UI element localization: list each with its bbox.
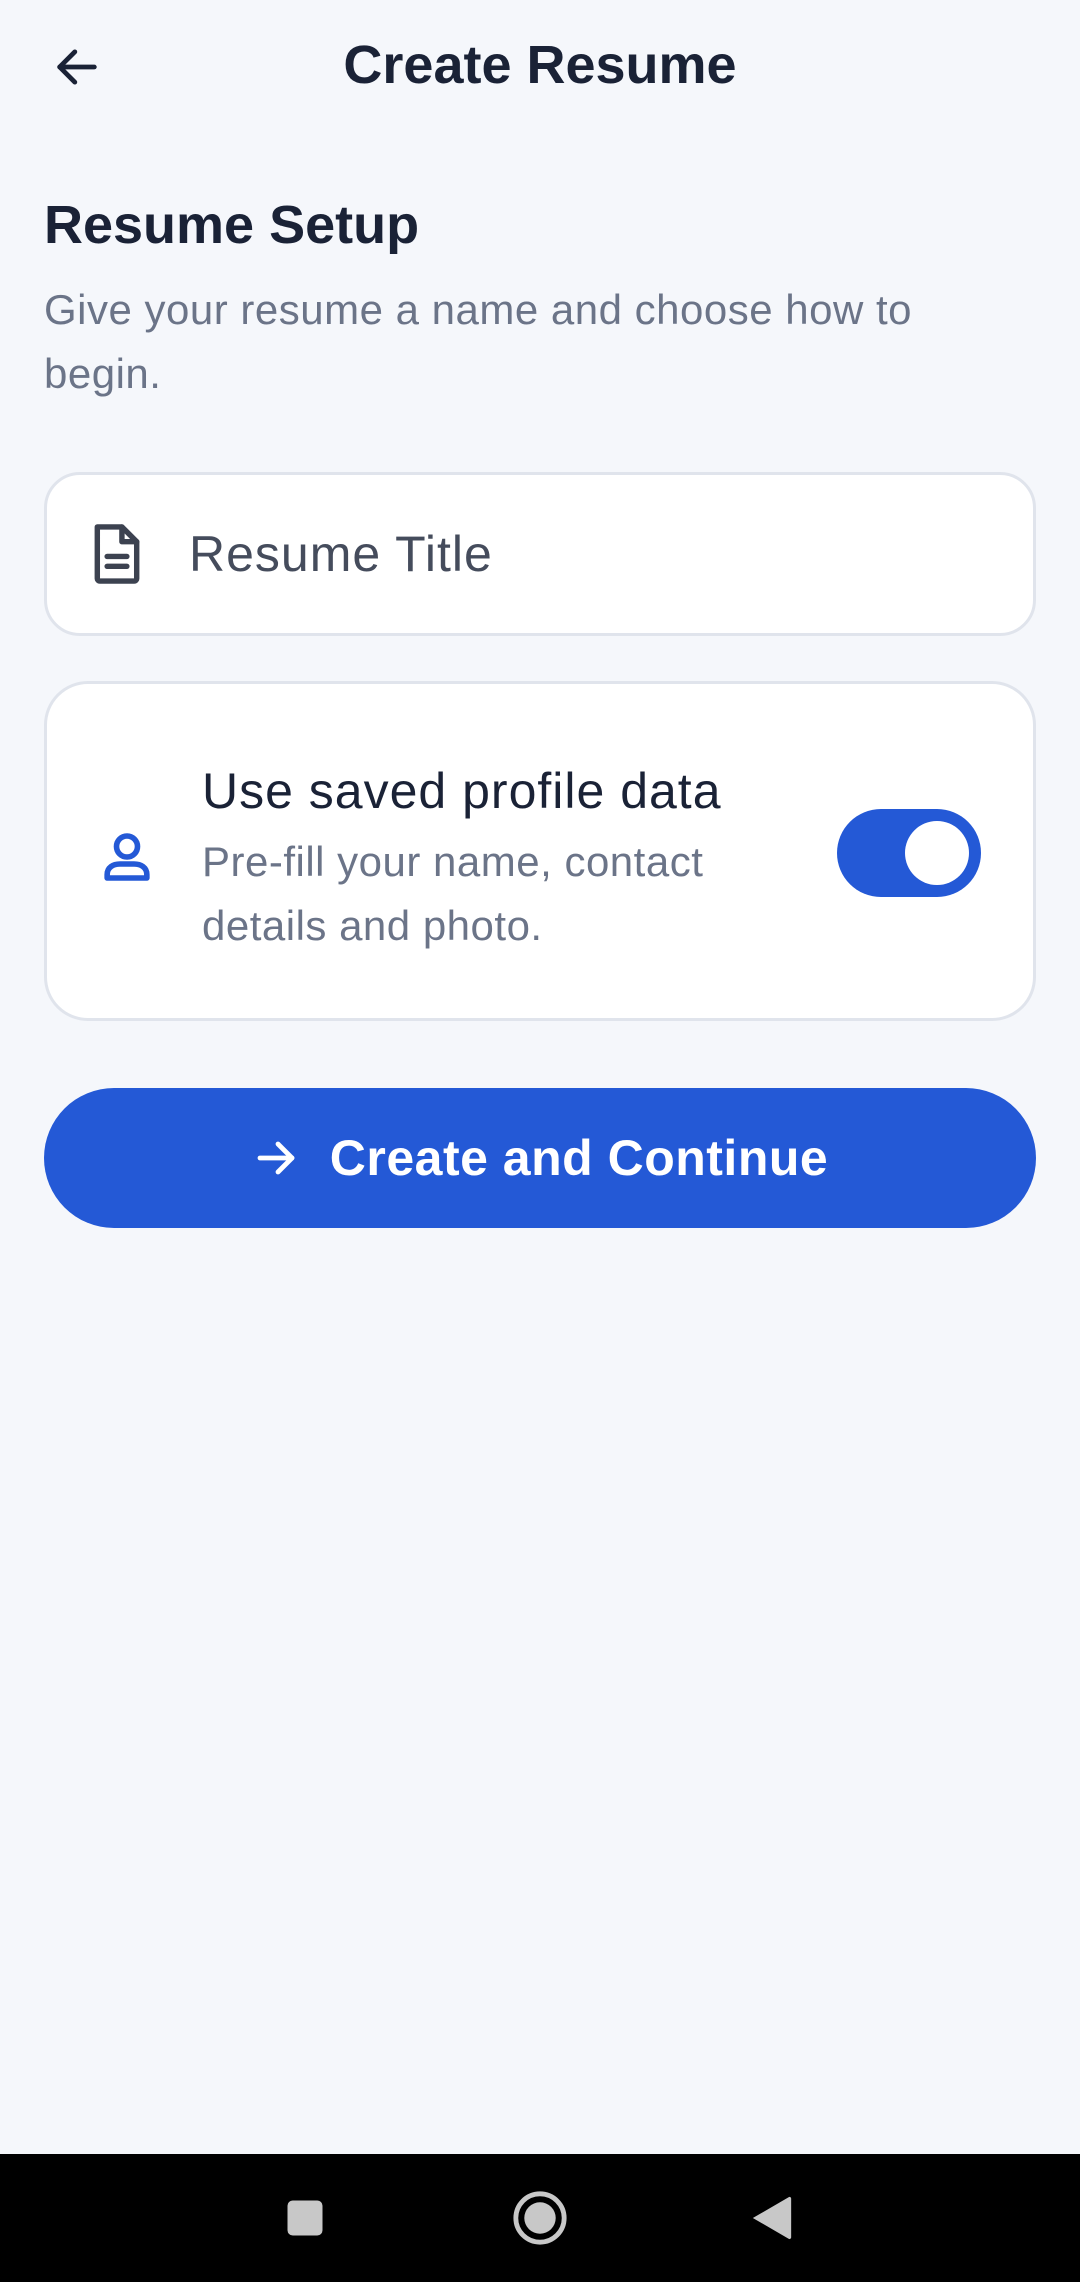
arrow-right-icon	[257, 1141, 295, 1175]
circle-icon	[513, 2191, 567, 2245]
resume-title-input[interactable]	[189, 475, 989, 633]
create-and-continue-button[interactable]: Create and Continue	[44, 1088, 1036, 1228]
profile-option-title: Use saved profile data	[202, 763, 722, 819]
top-app-bar: Create Resume	[0, 0, 1080, 130]
create-resume-screen: Create Resume Resume Setup Give your res…	[0, 0, 1080, 2282]
toggle-knob	[905, 821, 969, 885]
section-title: Resume Setup	[44, 195, 420, 255]
use-profile-toggle[interactable]	[837, 809, 981, 897]
square-icon	[287, 2200, 323, 2236]
section-subtitle: Give your resume a name and choose how t…	[44, 286, 912, 397]
document-icon	[94, 524, 140, 584]
system-back-button[interactable]	[737, 2183, 807, 2253]
back-button[interactable]	[40, 30, 114, 104]
home-button[interactable]	[500, 2178, 580, 2258]
triangle-back-icon	[752, 2196, 792, 2240]
create-and-continue-label: Create and Continue	[329, 1130, 829, 1186]
profile-option-description: Pre-fill your name, contact details and …	[202, 838, 704, 949]
recents-button[interactable]	[270, 2183, 340, 2253]
system-nav-bar	[0, 2154, 1080, 2282]
person-icon	[104, 833, 150, 881]
arrow-left-icon	[57, 49, 97, 85]
page-title: Create Resume	[343, 35, 737, 95]
saved-profile-card[interactable]: Use saved profile data Pre-fill your nam…	[44, 681, 1036, 1021]
resume-title-field[interactable]	[44, 472, 1036, 636]
